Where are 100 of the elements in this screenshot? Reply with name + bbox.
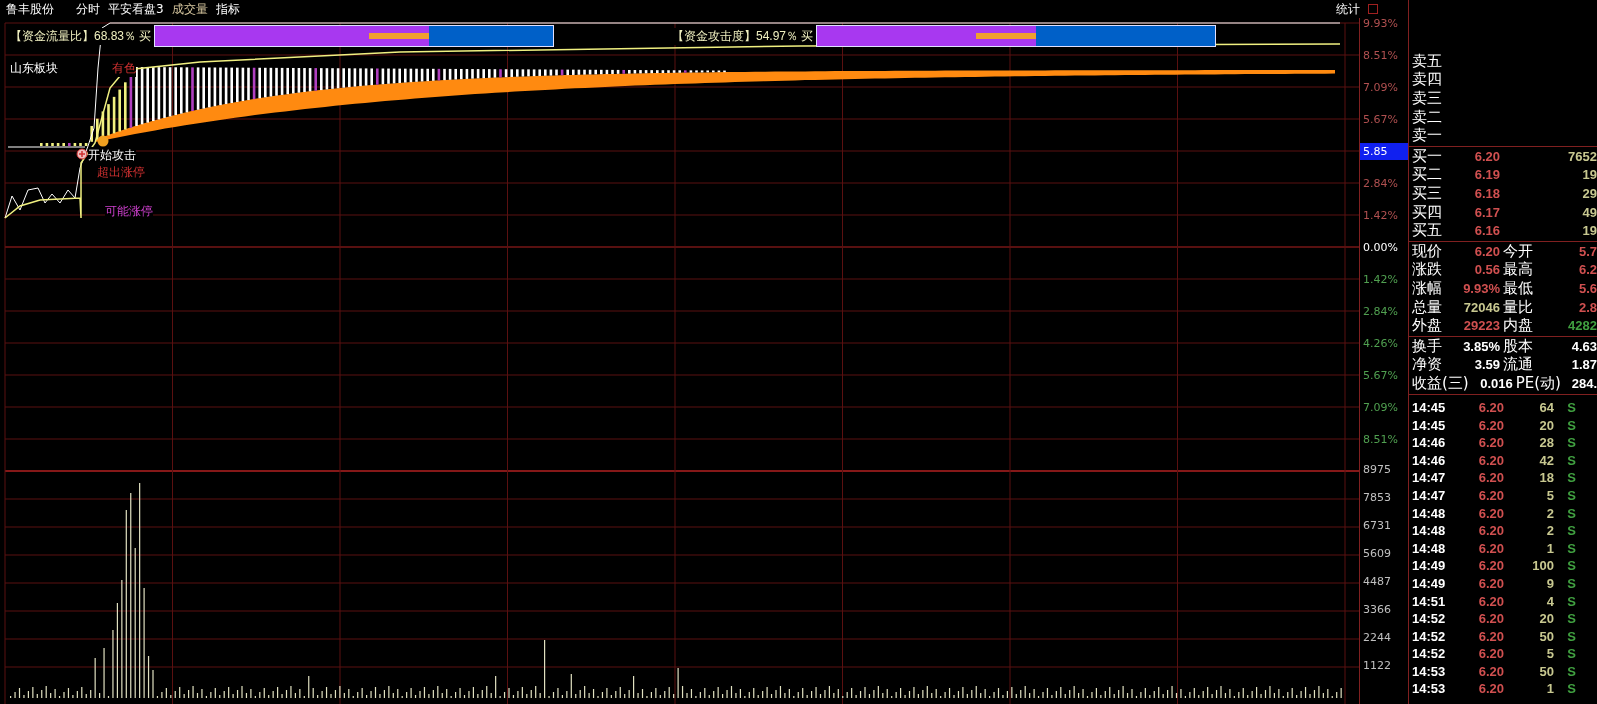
tick-side: S bbox=[1566, 628, 1576, 644]
tick-price: 6.20 bbox=[1477, 487, 1504, 503]
axis-label: 1122 bbox=[1362, 658, 1391, 672]
tick-volume: 50 bbox=[1538, 663, 1554, 679]
indicator-label: 【资金攻击度】54.97％ 买 bbox=[672, 27, 814, 45]
quote-value: 29223 bbox=[1462, 318, 1500, 334]
tick-volume: 64 bbox=[1538, 400, 1554, 415]
tick-time: 14:48 bbox=[1412, 505, 1447, 521]
tick-price: 6.20 bbox=[1477, 681, 1504, 697]
tick-side: S bbox=[1566, 487, 1576, 503]
tick-side: S bbox=[1566, 417, 1576, 433]
tick-price: 6.20 bbox=[1477, 663, 1504, 679]
tick-volume: 1 bbox=[1545, 681, 1554, 697]
order-price: 6.18 bbox=[1473, 185, 1500, 201]
order-price: 6.20 bbox=[1473, 148, 1500, 164]
stat-label: 换手 bbox=[1412, 336, 1443, 356]
stat-value: 0.016 bbox=[1479, 375, 1513, 391]
tick-time: 14:48 bbox=[1412, 540, 1447, 556]
tick-price: 6.20 bbox=[1477, 505, 1504, 521]
order-volume: 7652 bbox=[1567, 148, 1597, 164]
quote-value: 5.7 bbox=[1577, 243, 1597, 259]
tick-side: S bbox=[1566, 523, 1576, 539]
tick-time: 14:53 bbox=[1412, 663, 1447, 679]
order-volume: 29 bbox=[1581, 185, 1597, 201]
order-label: 买一 bbox=[1412, 146, 1443, 166]
tick-volume: 2 bbox=[1545, 523, 1554, 539]
axis-label: 3366 bbox=[1362, 602, 1391, 616]
quote-value: 2.8 bbox=[1577, 299, 1597, 315]
axis-label: 9.93% bbox=[1362, 16, 1398, 30]
quote-label: 内盘 bbox=[1502, 316, 1534, 336]
signal-marker bbox=[976, 33, 1037, 39]
tick-price: 6.20 bbox=[1477, 540, 1504, 556]
tick-price: 6.20 bbox=[1477, 452, 1504, 468]
order-price: 6.19 bbox=[1473, 167, 1500, 183]
axis-label: 5609 bbox=[1362, 546, 1391, 560]
tick-side: S bbox=[1566, 646, 1576, 662]
axis-label: 1.42% bbox=[1362, 208, 1398, 222]
axis-label: 0.00% bbox=[1362, 240, 1398, 254]
tick-time: 14:52 bbox=[1412, 646, 1447, 662]
tick-price: 6.20 bbox=[1477, 593, 1504, 609]
header-menu-item[interactable]: 指标 bbox=[215, 0, 240, 18]
axis-label: 2.84% bbox=[1362, 176, 1398, 190]
tick-volume: 5 bbox=[1545, 487, 1554, 503]
order-label: 卖二 bbox=[1412, 107, 1443, 127]
tick-price: 6.20 bbox=[1477, 400, 1504, 415]
header-menu-item[interactable]: 分时 bbox=[76, 0, 100, 18]
tick-volume: 1 bbox=[1545, 540, 1554, 556]
tick-side: S bbox=[1566, 540, 1576, 556]
order-label: 卖四 bbox=[1412, 70, 1443, 90]
quote-label: 涨跌 bbox=[1412, 260, 1443, 280]
tick-volume: 28 bbox=[1538, 435, 1554, 451]
header-menu-item[interactable]: 平安看盘3 bbox=[108, 0, 164, 18]
tick-time: 14:49 bbox=[1412, 575, 1447, 591]
quote-label: 总量 bbox=[1412, 297, 1443, 317]
quote-label: 最高 bbox=[1502, 260, 1534, 280]
chart-label: 超出涨停 bbox=[97, 164, 145, 181]
tick-time: 14:52 bbox=[1412, 611, 1447, 627]
tick-side: S bbox=[1566, 505, 1576, 521]
tick-time: 14:53 bbox=[1412, 681, 1447, 697]
quote-value: 6.20 bbox=[1473, 243, 1500, 259]
tick-side: S bbox=[1566, 435, 1576, 451]
tick-time: 14:46 bbox=[1412, 452, 1447, 468]
stock-name: 鲁丰股份 bbox=[6, 0, 54, 18]
quote-label: 量比 bbox=[1502, 297, 1534, 317]
tick-side: S bbox=[1566, 452, 1576, 468]
quote-value: 4282 bbox=[1567, 318, 1597, 334]
tick-price: 6.20 bbox=[1477, 628, 1504, 644]
tick-price: 6.20 bbox=[1477, 558, 1504, 574]
order-label: 卖三 bbox=[1412, 89, 1443, 108]
tick-time: 14:51 bbox=[1412, 593, 1447, 609]
order-price: 6.17 bbox=[1473, 204, 1500, 220]
current-price-marker: 5.85 bbox=[1360, 142, 1408, 160]
tick-volume: 2 bbox=[1545, 505, 1554, 521]
quote-label: 涨幅 bbox=[1412, 278, 1443, 298]
plus-circle-icon bbox=[76, 148, 88, 160]
window-icon[interactable] bbox=[1368, 4, 1378, 14]
quote-value: 72046 bbox=[1462, 299, 1500, 315]
axis-label: 7853 bbox=[1362, 490, 1391, 504]
stat-label: PE(动) bbox=[1514, 373, 1561, 393]
tick-time: 14:46 bbox=[1412, 435, 1447, 451]
quote-value: 0.56 bbox=[1473, 262, 1500, 278]
tick-volume: 20 bbox=[1538, 417, 1554, 433]
stats-button[interactable]: 统计 bbox=[1336, 0, 1360, 18]
quote-value: 6.2 bbox=[1577, 262, 1597, 278]
axis-label: 2244 bbox=[1362, 630, 1391, 644]
header-menu-item[interactable]: 成交量 bbox=[171, 0, 208, 18]
tick-side: S bbox=[1566, 593, 1576, 609]
order-label: 卖五 bbox=[1412, 51, 1443, 71]
stat-value: 3.85% bbox=[1462, 338, 1500, 354]
quote-value: 9.93% bbox=[1462, 280, 1500, 296]
tick-side: S bbox=[1566, 575, 1576, 591]
tick-volume: 42 bbox=[1538, 452, 1554, 468]
tick-time: 14:49 bbox=[1412, 558, 1447, 574]
axis-label: 2.84% bbox=[1362, 304, 1398, 318]
tick-volume: 9 bbox=[1545, 575, 1554, 591]
tick-price: 6.20 bbox=[1477, 435, 1504, 451]
tick-side: S bbox=[1566, 681, 1576, 697]
quote-label: 外盘 bbox=[1412, 316, 1443, 336]
chart-label: 开始攻击 bbox=[88, 147, 136, 164]
axis-label: 5.67% bbox=[1362, 112, 1398, 126]
